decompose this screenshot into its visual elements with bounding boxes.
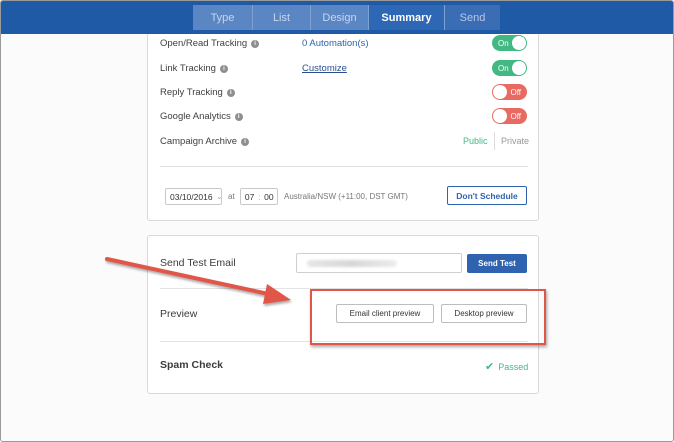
annotation-arrow-icon bbox=[105, 257, 291, 304]
app-window: Type List Design Summary Send Open/Read … bbox=[0, 0, 674, 442]
